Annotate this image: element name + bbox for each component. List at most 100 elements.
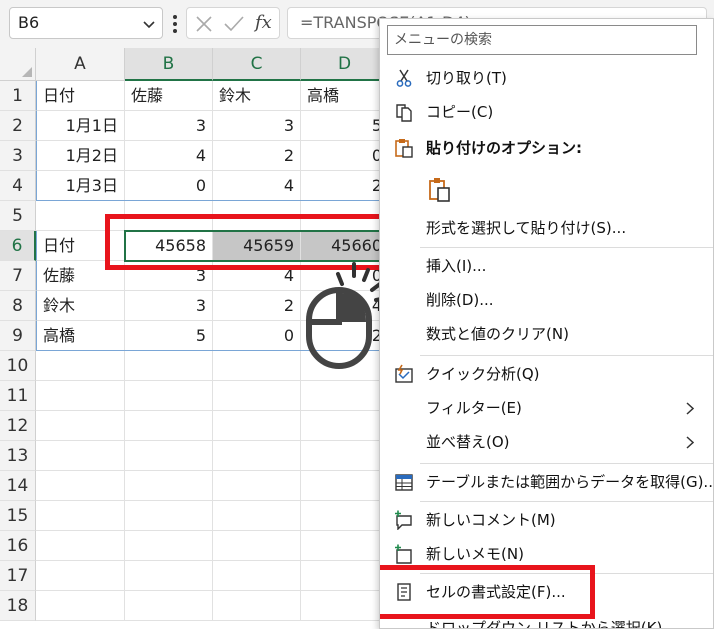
empty-cell[interactable] — [125, 561, 213, 591]
row-header-9[interactable]: 9 — [0, 321, 36, 351]
cell-d3[interactable]: 0 — [301, 141, 389, 171]
cell-b7[interactable]: 3 — [125, 261, 213, 291]
menu-item-insert[interactable]: 挿入(I)... — [380, 249, 713, 283]
cell-c7[interactable]: 4 — [213, 261, 301, 291]
row-header-1[interactable]: 1 — [0, 81, 36, 111]
cell-a7[interactable]: 佐藤 — [36, 261, 125, 291]
cell-b4[interactable]: 0 — [125, 171, 213, 201]
menu-item-quick-analysis[interactable]: クイック分析(Q) — [380, 357, 713, 391]
row-header-5[interactable]: 5 — [0, 201, 36, 231]
menu-item-new-comment[interactable]: 新しいコメント(M) — [380, 503, 713, 537]
column-header-b[interactable]: B — [125, 48, 213, 81]
row-header-13[interactable]: 13 — [0, 441, 36, 471]
empty-cell[interactable] — [36, 441, 125, 471]
empty-cell[interactable] — [125, 591, 213, 621]
row-header-4[interactable]: 4 — [0, 171, 36, 201]
cell-a4[interactable]: 1月3日 — [36, 171, 125, 201]
empty-cell[interactable] — [213, 591, 301, 621]
menu-item-dropdown-list[interactable]: ドロップダウン リストから選択(K)... — [380, 611, 713, 628]
row-header-16[interactable]: 16 — [0, 531, 36, 561]
empty-cell[interactable] — [301, 381, 389, 411]
paste-icon[interactable] — [428, 177, 452, 203]
cell-b3[interactable]: 4 — [125, 141, 213, 171]
empty-cell[interactable] — [125, 471, 213, 501]
empty-cell[interactable] — [301, 531, 389, 561]
menu-item-delete[interactable]: 削除(D)... — [380, 283, 713, 317]
row-header-8[interactable]: 8 — [0, 291, 36, 321]
empty-cell[interactable] — [36, 411, 125, 441]
menu-item-get-data[interactable]: テーブルまたは範囲からデータを取得(G)... — [380, 465, 713, 499]
cancel-icon[interactable] — [195, 15, 213, 33]
cell-d6[interactable]: 45660 — [301, 231, 389, 261]
cell-a1[interactable]: 日付 — [36, 81, 125, 111]
menu-item-filter[interactable]: フィルター(E) — [380, 391, 713, 425]
empty-cell[interactable] — [213, 471, 301, 501]
empty-cell[interactable] — [213, 351, 301, 381]
row-header-7[interactable]: 7 — [0, 261, 36, 291]
cell-b9[interactable]: 5 — [125, 321, 213, 351]
row-header-18[interactable]: 18 — [0, 591, 36, 621]
row-header-11[interactable]: 11 — [0, 381, 36, 411]
empty-cell[interactable] — [213, 201, 301, 231]
enter-check-icon[interactable] — [223, 15, 245, 33]
cell-c1[interactable]: 鈴木 — [213, 81, 301, 111]
menu-search-input[interactable]: メニューの検索 — [387, 25, 697, 55]
cell-b2[interactable]: 3 — [125, 111, 213, 141]
cell-c4[interactable]: 4 — [213, 171, 301, 201]
menu-item-new-note[interactable]: 新しいメモ(N) — [380, 537, 713, 571]
empty-cell[interactable] — [213, 441, 301, 471]
cell-b6[interactable]: 45658 — [125, 231, 213, 261]
cell-c8[interactable]: 2 — [213, 291, 301, 321]
cell-c6[interactable]: 45659 — [213, 231, 301, 261]
cell-c3[interactable]: 2 — [213, 141, 301, 171]
cell-a2[interactable]: 1月1日 — [36, 111, 125, 141]
row-header-14[interactable]: 14 — [0, 471, 36, 501]
menu-item-copy[interactable]: コピー(C) — [380, 95, 713, 129]
cell-d1[interactable]: 高橋 — [301, 81, 389, 111]
empty-cell[interactable] — [213, 501, 301, 531]
empty-cell[interactable] — [36, 561, 125, 591]
empty-cell[interactable] — [301, 471, 389, 501]
cell-a6[interactable]: 日付 — [36, 231, 125, 261]
column-header-a[interactable]: A — [36, 48, 125, 81]
menu-item-paste-special[interactable]: 形式を選択して貼り付け(S)... — [380, 211, 713, 245]
row-header-6[interactable]: 6 — [0, 231, 36, 261]
empty-cell[interactable] — [36, 471, 125, 501]
empty-cell[interactable] — [36, 531, 125, 561]
empty-cell[interactable] — [301, 501, 389, 531]
column-header-d[interactable]: D — [301, 48, 389, 81]
empty-cell[interactable] — [301, 561, 389, 591]
cell-b8[interactable]: 3 — [125, 291, 213, 321]
cell-a9[interactable]: 高橋 — [36, 321, 125, 351]
more-options-icon[interactable] — [172, 14, 178, 34]
empty-cell[interactable] — [125, 381, 213, 411]
select-all-button[interactable] — [0, 48, 36, 81]
menu-item-format-cells[interactable]: セルの書式設定(F)... — [380, 575, 713, 609]
insert-function-button[interactable]: fx — [255, 12, 272, 33]
empty-cell[interactable] — [125, 501, 213, 531]
row-header-15[interactable]: 15 — [0, 501, 36, 531]
empty-cell[interactable] — [301, 591, 389, 621]
empty-cell[interactable] — [301, 441, 389, 471]
column-header-c[interactable]: C — [213, 48, 301, 81]
empty-cell[interactable] — [213, 411, 301, 441]
empty-cell[interactable] — [125, 531, 213, 561]
empty-cell[interactable] — [36, 201, 125, 231]
name-box[interactable]: B6 — [9, 7, 163, 39]
cell-d2[interactable]: 5 — [301, 111, 389, 141]
cell-b1[interactable]: 佐藤 — [125, 81, 213, 111]
cell-d4[interactable]: 2 — [301, 171, 389, 201]
empty-cell[interactable] — [301, 411, 389, 441]
empty-cell[interactable] — [36, 591, 125, 621]
menu-item-sort[interactable]: 並べ替え(O) — [380, 425, 713, 459]
menu-item-cut[interactable]: 切り取り(T) — [380, 61, 713, 95]
cell-a3[interactable]: 1月2日 — [36, 141, 125, 171]
empty-cell[interactable] — [125, 201, 213, 231]
empty-cell[interactable] — [213, 561, 301, 591]
row-header-2[interactable]: 2 — [0, 111, 36, 141]
row-header-12[interactable]: 12 — [0, 411, 36, 441]
cell-c9[interactable]: 0 — [213, 321, 301, 351]
row-header-3[interactable]: 3 — [0, 141, 36, 171]
row-header-17[interactable]: 17 — [0, 561, 36, 591]
empty-cell[interactable] — [213, 381, 301, 411]
